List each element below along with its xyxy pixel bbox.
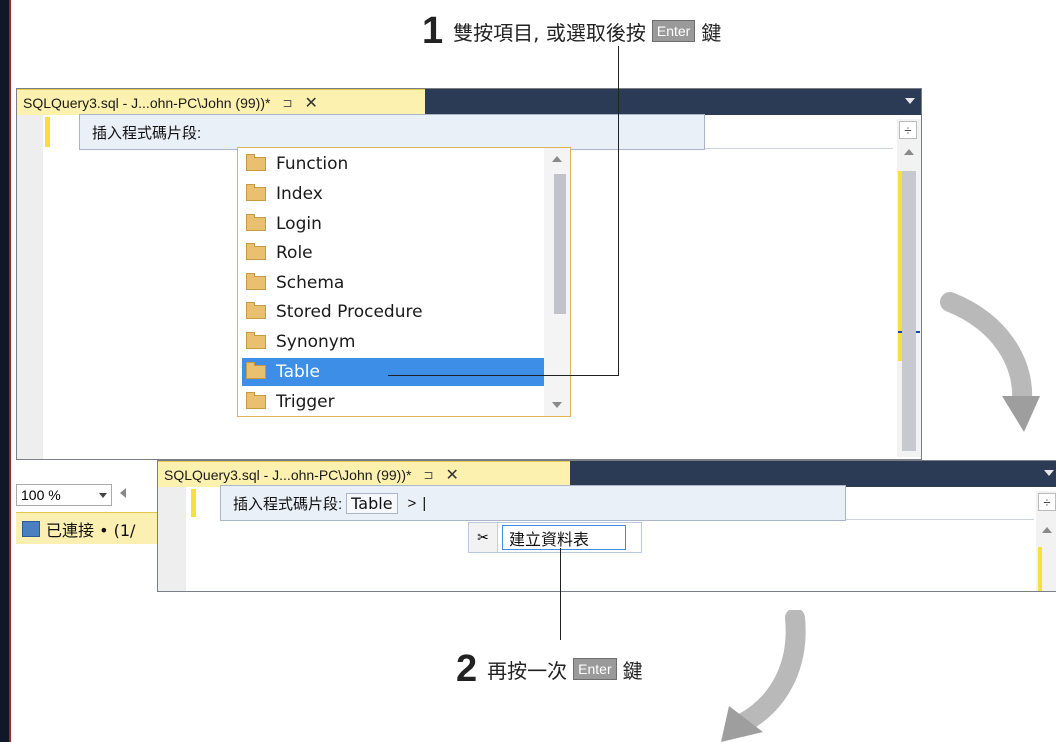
list-item-synonym[interactable]: Synonym <box>242 328 544 356</box>
change-marker-2 <box>191 489 196 517</box>
snippet-suggestion-popup: ✂ 建立資料表 <box>468 522 642 553</box>
scroll-up-icon[interactable] <box>904 149 914 155</box>
editor-line <box>705 148 893 149</box>
connection-status-bar: 已連接 • (1/ <box>16 512 166 544</box>
flow-arrow-2-icon <box>721 610 806 742</box>
tab-title-2: SQLQuery3.sql - J...ohn-PC\John (99))* <box>164 466 412 483</box>
step-2-number: 2 <box>456 648 478 690</box>
scroll-left-icon[interactable] <box>120 488 126 498</box>
zoom-select[interactable]: 100 % <box>16 484 112 506</box>
snippet-path-chip[interactable]: Table <box>346 492 398 514</box>
list-item-schema[interactable]: Schema <box>242 269 544 297</box>
pin-icon[interactable]: ⊐ <box>423 468 433 482</box>
split-icon[interactable]: ÷ <box>899 121 917 139</box>
list-item-label: Function <box>276 154 349 174</box>
editor-gutter <box>17 115 43 459</box>
editor-scrollbar-2[interactable]: ÷ <box>1036 491 1056 591</box>
list-item-label: Role <box>276 243 313 263</box>
document-tab-2[interactable]: SQLQuery3.sql - J...ohn-PC\John (99))* ⊐… <box>158 461 570 487</box>
folder-icon <box>246 154 266 171</box>
enter-key-icon: Enter <box>651 20 696 42</box>
folder-icon <box>246 243 266 260</box>
list-item-function[interactable]: Function <box>242 150 544 178</box>
step-1-callout: 1 雙按項目, 或選取後按 Enter 鍵 <box>422 12 721 50</box>
folder-icon <box>246 332 266 349</box>
close-icon[interactable]: ✕ <box>446 465 459 485</box>
zoom-value: 100 % <box>21 487 61 503</box>
scroll-up-icon[interactable] <box>1042 527 1052 533</box>
snippet-picker-bar[interactable]: 插入程式碼片段: <box>79 114 705 150</box>
editor-line-2 <box>846 519 1034 520</box>
pin-icon[interactable]: ⊐ <box>282 96 292 110</box>
document-tab-bar: SQLQuery3.sql - J...ohn-PC\John (99))* ⊐… <box>17 89 921 115</box>
snippet-prompt-2: 插入程式碼片段: <box>233 495 343 513</box>
scroll-up-icon[interactable] <box>552 156 562 162</box>
snippet-folder-list: Function Index Login Role Schema Stored … <box>237 147 571 417</box>
scroll-thumb[interactable] <box>902 171 916 451</box>
step-1-suffix: 鍵 <box>701 20 722 45</box>
list-item-label: Synonym <box>276 332 356 352</box>
list-scroll-thumb[interactable] <box>554 174 566 314</box>
list-item-label: Index <box>276 184 323 204</box>
list-item-index[interactable]: Index <box>242 180 544 208</box>
step-2-callout: 2 再按一次 Enter 鍵 <box>456 650 643 688</box>
snippet-icon: ✂ <box>469 523 498 552</box>
change-marker <box>45 117 50 147</box>
folder-icon <box>246 302 266 319</box>
list-item-label: Stored Procedure <box>276 302 423 322</box>
connected-icon <box>22 520 40 537</box>
step-2-text: 再按一次 <box>487 658 568 683</box>
list-item-login[interactable]: Login <box>242 210 544 238</box>
snippet-suggestion-item[interactable]: 建立資料表 <box>502 525 626 550</box>
step-1-number: 1 <box>422 10 444 52</box>
tab-dropdown-icon[interactable] <box>905 98 915 104</box>
editor-scrollbar[interactable]: ÷ <box>897 119 921 457</box>
change-track-marker <box>1038 547 1042 591</box>
list-item-label: Table <box>276 362 320 382</box>
enter-key-icon: Enter <box>573 658 617 680</box>
editor-gutter-2 <box>158 487 186 591</box>
tab-title: SQLQuery3.sql - J...ohn-PC\John (99))* <box>23 94 271 111</box>
list-item-label: Login <box>276 214 322 234</box>
folder-icon <box>246 184 266 201</box>
close-icon[interactable]: ✕ <box>305 93 318 113</box>
path-separator: > <box>407 494 417 512</box>
tab-dropdown-icon[interactable] <box>1044 470 1054 476</box>
folder-icon <box>246 273 266 290</box>
text-cursor: | <box>422 494 427 512</box>
folder-icon <box>246 392 266 409</box>
flow-arrow-1-icon <box>940 292 1040 432</box>
folder-icon <box>246 362 266 379</box>
list-item-table[interactable]: Table <box>242 358 544 386</box>
document-tab-bar-2: SQLQuery3.sql - J...ohn-PC\John (99))* ⊐… <box>158 461 1056 487</box>
scroll-down-icon[interactable] <box>552 402 562 408</box>
step-2-leader-vertical <box>560 548 561 640</box>
connection-status-text: 已連接 • (1/ <box>46 520 136 540</box>
list-item-label: Schema <box>276 273 345 293</box>
step-1-leader-horizontal <box>388 375 619 376</box>
list-item-role[interactable]: Role <box>242 239 544 267</box>
step-1-leader-vertical <box>618 46 619 376</box>
snippet-picker-bar-2[interactable]: 插入程式碼片段: Table > | <box>220 485 846 521</box>
step-1-text: 雙按項目, 或選取後按 <box>453 20 646 45</box>
chevron-down-icon <box>99 493 107 498</box>
folder-icon <box>246 214 266 231</box>
split-icon[interactable]: ÷ <box>1038 493 1056 511</box>
snippet-prompt: 插入程式碼片段: <box>92 124 202 142</box>
list-item-label: Trigger <box>276 392 335 412</box>
document-tab[interactable]: SQLQuery3.sql - J...ohn-PC\John (99))* ⊐… <box>17 89 425 115</box>
list-item-trigger[interactable]: Trigger <box>242 388 544 416</box>
step-2-suffix: 鍵 <box>622 658 643 683</box>
list-item-stored-procedure[interactable]: Stored Procedure <box>242 298 544 326</box>
